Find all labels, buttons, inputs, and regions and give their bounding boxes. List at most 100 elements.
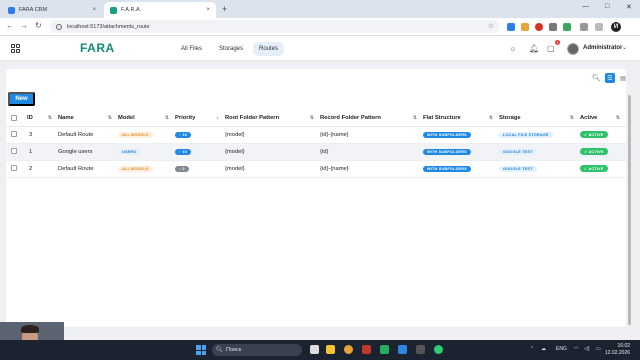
select-all-checkbox[interactable] bbox=[11, 114, 17, 121]
column-header-flat-structure[interactable]: Flat Structure ⇅ bbox=[423, 111, 499, 127]
card-view-button[interactable]: ▤ bbox=[618, 73, 628, 83]
webcam-person-hair bbox=[21, 325, 39, 333]
chevron-down-icon[interactable]: ⌄ bbox=[622, 44, 627, 51]
maximize-button[interactable]: □ bbox=[605, 3, 609, 10]
back-icon[interactable]: ← bbox=[6, 21, 14, 30]
new-tab-button[interactable]: + bbox=[222, 4, 227, 14]
taskbar-search[interactable]: 🔍︎ Поиск bbox=[212, 344, 302, 356]
extension-icon[interactable] bbox=[507, 23, 515, 31]
sort-icon[interactable]: ⇅ bbox=[489, 115, 493, 121]
forward-icon[interactable]: → bbox=[20, 21, 28, 30]
column-header-storage[interactable]: Storage ⇅ bbox=[499, 111, 580, 127]
volume-icon[interactable]: ◁) bbox=[584, 346, 590, 352]
page-scrollbar[interactable] bbox=[627, 85, 632, 340]
close-window-button[interactable]: ✕ bbox=[626, 3, 632, 11]
column-label: Storage bbox=[499, 115, 521, 122]
sort-icon[interactable]: ⇅ bbox=[165, 115, 169, 121]
flat-structure-badge: WITH SUBFOLDERS bbox=[423, 148, 471, 155]
tab-fara[interactable]: F.A.R.A. × bbox=[104, 2, 216, 18]
row-checkbox[interactable] bbox=[11, 148, 17, 155]
search-icon[interactable]: 🔍︎ bbox=[592, 74, 601, 82]
nav-all-files[interactable]: All Files bbox=[175, 42, 208, 56]
theme-toggle-icon[interactable]: ☼ bbox=[509, 44, 516, 53]
priority-badge: ↑ 0 bbox=[175, 165, 189, 172]
app-icon[interactable] bbox=[434, 345, 443, 354]
flat-structure-badge: WITH SUBFOLDERS bbox=[423, 131, 471, 138]
sort-icon[interactable]: ⇅ bbox=[108, 115, 112, 121]
column-label: Name bbox=[58, 115, 74, 122]
app-icon[interactable] bbox=[380, 345, 389, 354]
start-button[interactable] bbox=[196, 345, 206, 355]
chat-icon[interactable]: ▢ bbox=[547, 44, 555, 53]
battery-icon[interactable]: ▭ bbox=[596, 346, 601, 352]
address-bar[interactable]: localhost:5173/attachments_route ☆ bbox=[50, 20, 500, 33]
wifi-icon[interactable]: ◠ bbox=[574, 346, 578, 352]
bell-icon[interactable]: 🔔︎ bbox=[529, 44, 539, 53]
table-row[interactable]: 1 Google users USERS ↑ 10 {model} {id} W… bbox=[6, 143, 626, 161]
browser-toolbar: ← → ↻ localhost:5173/attachments_route ☆… bbox=[0, 18, 640, 36]
table-row[interactable]: 3 Default Route ALL MODELS ↑ 10 {model} … bbox=[6, 126, 626, 144]
app-icon[interactable] bbox=[362, 345, 371, 354]
table-row[interactable]: 2 Default Route ALL MODELS ↑ 0 {model} {… bbox=[6, 160, 626, 178]
app-logo[interactable]: FARA bbox=[80, 41, 115, 55]
site-info-icon[interactable] bbox=[56, 23, 62, 30]
sort-icon[interactable]: ⇅ bbox=[413, 115, 417, 121]
reload-icon[interactable]: ↻ bbox=[35, 21, 42, 30]
app-icon[interactable] bbox=[416, 345, 425, 354]
tray-icon[interactable]: ☁ bbox=[541, 346, 546, 352]
extensions-puzzle-icon[interactable] bbox=[580, 23, 588, 31]
list-view-button[interactable]: ☰ bbox=[605, 73, 615, 83]
column-label: Model bbox=[118, 115, 135, 122]
column-label: Flat Structure bbox=[423, 115, 461, 122]
nav-routes[interactable]: Routes bbox=[253, 42, 285, 56]
column-header-root-folder[interactable]: Root Folder Pattern ⇅ bbox=[225, 111, 320, 127]
row-checkbox[interactable] bbox=[11, 165, 17, 172]
column-header-record-folder[interactable]: Record Folder Pattern ⇅ bbox=[320, 111, 423, 127]
favicon-icon bbox=[110, 6, 117, 14]
extension-icon[interactable] bbox=[549, 23, 557, 31]
column-header-name[interactable]: Name ⇅ bbox=[58, 111, 118, 127]
cell-record-folder: {id}-{name} bbox=[320, 160, 423, 178]
new-button[interactable]: New bbox=[8, 92, 35, 106]
active-badge: ✓ ACTIVE bbox=[580, 148, 608, 155]
vscode-icon[interactable] bbox=[398, 345, 407, 354]
apps-grid-icon[interactable] bbox=[11, 44, 20, 53]
download-icon[interactable] bbox=[595, 23, 603, 31]
task-view-icon[interactable] bbox=[310, 345, 319, 354]
sort-desc-icon[interactable]: ↓ bbox=[217, 115, 220, 121]
clock-date: 12.02.2026 bbox=[605, 349, 631, 356]
column-header-priority[interactable]: Priority ↓ bbox=[175, 111, 225, 127]
file-explorer-icon[interactable] bbox=[326, 345, 335, 354]
bookmark-star-icon[interactable]: ☆ bbox=[488, 22, 494, 30]
column-header-id[interactable]: ID ⇅ bbox=[27, 111, 58, 127]
tab-fara-crm[interactable]: FARA CRM × bbox=[2, 2, 102, 18]
sort-icon[interactable]: ⇅ bbox=[48, 115, 52, 121]
tab-close-icon[interactable]: × bbox=[206, 7, 210, 13]
user-name[interactable]: Administrator bbox=[583, 45, 622, 51]
chrome-icon[interactable] bbox=[344, 345, 353, 354]
minimize-button[interactable]: — bbox=[582, 3, 589, 10]
scrollbar-thumb[interactable] bbox=[628, 95, 631, 325]
column-label: Record Folder Pattern bbox=[320, 115, 381, 122]
column-header-active[interactable]: Active ⇅ bbox=[580, 111, 626, 127]
keyboard-language[interactable]: ENG bbox=[556, 346, 567, 352]
taskbar-clock[interactable]: 16:02 12.02.2026 bbox=[605, 343, 630, 356]
sort-icon[interactable]: ⇅ bbox=[570, 115, 574, 121]
row-checkbox[interactable] bbox=[11, 131, 17, 138]
extension-icon[interactable] bbox=[521, 23, 529, 31]
storage-badge: GOOGLE TEST bbox=[499, 165, 537, 172]
column-header-model[interactable]: Model ⇅ bbox=[118, 111, 175, 127]
browser-profile-icon[interactable]: И bbox=[611, 22, 621, 32]
windows-taskbar: 🔍︎ Поиск ⌃ ☁ ENG ◠ ◁) ▭ 16:02 12.02.2026 bbox=[0, 340, 640, 360]
nav-storages[interactable]: Storages bbox=[213, 42, 249, 56]
sort-icon[interactable]: ⇅ bbox=[310, 115, 314, 121]
extension-icon[interactable] bbox=[535, 23, 543, 31]
extension-icon[interactable] bbox=[563, 23, 571, 31]
sort-icon[interactable]: ⇅ bbox=[616, 115, 620, 121]
browser-tab-strip: FARA CRM × F.A.R.A. × + — □ ✕ bbox=[0, 0, 640, 18]
tab-close-icon[interactable]: × bbox=[92, 7, 96, 13]
priority-badge: ↑ 10 bbox=[175, 131, 191, 138]
cell-name: Default Route bbox=[58, 126, 118, 144]
tray-chevron-icon[interactable]: ⌃ bbox=[530, 346, 534, 352]
avatar[interactable] bbox=[567, 43, 579, 55]
